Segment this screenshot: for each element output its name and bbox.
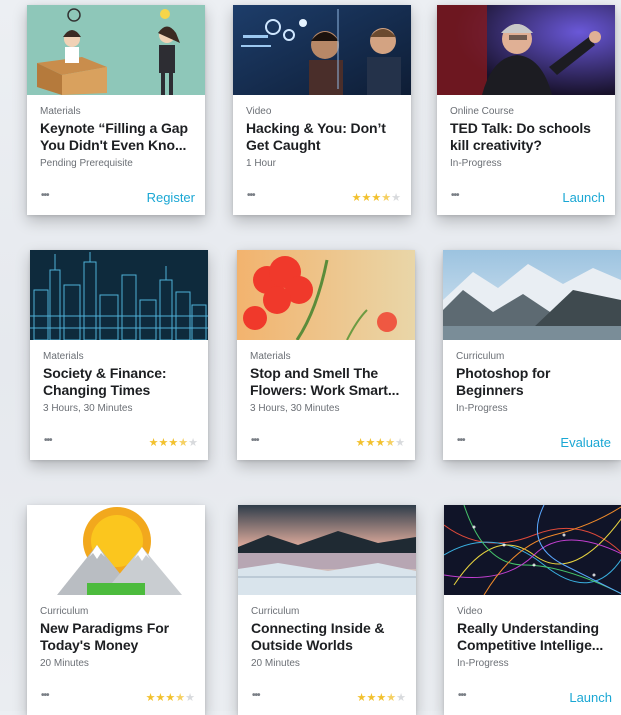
card-title[interactable]: TED Talk: Do schools kill creativity? xyxy=(450,120,605,154)
course-card[interactable]: Curriculum New Paradigms For Today's Mon… xyxy=(27,505,205,715)
rating-stars: ★★★★★ xyxy=(356,436,405,449)
card-title[interactable]: Society & Finance: Changing Times xyxy=(43,365,198,399)
course-card[interactable]: Online Course TED Talk: Do schools kill … xyxy=(437,5,615,215)
card-meta: 20 Minutes xyxy=(40,658,89,669)
rating-stars: ★★★★★ xyxy=(149,436,198,449)
course-card[interactable]: Materials Keynote “Filling a Gap You Did… xyxy=(27,5,205,215)
star-half-icon: ★ xyxy=(178,437,189,449)
star-empty-icon: ★ xyxy=(188,437,198,449)
card-title[interactable]: Stop and Smell The Flowers: Work Smart..… xyxy=(250,365,405,399)
star-icon: ★ xyxy=(376,692,387,704)
card-meta: In-Progress xyxy=(457,658,509,669)
star-icon: ★ xyxy=(148,437,159,449)
card-thumbnail xyxy=(27,505,205,595)
rating-stars: ★★★★★ xyxy=(357,691,406,704)
star-empty-icon: ★ xyxy=(395,437,405,449)
star-half-icon: ★ xyxy=(381,192,392,204)
star-half-icon: ★ xyxy=(386,692,397,704)
card-thumbnail xyxy=(233,5,411,95)
card-thumbnail xyxy=(237,250,415,340)
card-type: Video xyxy=(457,606,483,617)
card-type: Video xyxy=(246,106,272,117)
star-icon: ★ xyxy=(355,437,366,449)
rating-stars: ★★★★★ xyxy=(146,691,195,704)
star-icon: ★ xyxy=(366,692,377,704)
more-options-icon[interactable]: ••• xyxy=(457,435,465,446)
star-empty-icon: ★ xyxy=(185,692,195,704)
star-icon: ★ xyxy=(361,192,372,204)
card-thumbnail xyxy=(437,5,615,95)
star-icon: ★ xyxy=(168,437,179,449)
card-title[interactable]: Connecting Inside & Outside Worlds xyxy=(251,620,406,654)
more-options-icon[interactable]: ••• xyxy=(41,690,49,701)
card-meta: 1 Hour xyxy=(246,158,277,169)
star-half-icon: ★ xyxy=(385,437,396,449)
card-thumbnail xyxy=(444,505,621,595)
card-title[interactable]: Really Understanding Competitive Intelli… xyxy=(457,620,612,654)
star-empty-icon: ★ xyxy=(396,692,406,704)
card-meta: In-Progress xyxy=(450,158,502,169)
card-type: Materials xyxy=(250,351,291,362)
star-icon: ★ xyxy=(356,692,367,704)
launch-button[interactable]: Launch xyxy=(569,690,612,705)
star-icon: ★ xyxy=(375,437,386,449)
course-card[interactable]: Video Really Understanding Competitive I… xyxy=(444,505,621,715)
card-meta: In-Progress xyxy=(456,403,508,414)
card-type: Curriculum xyxy=(40,606,89,617)
card-type: Curriculum xyxy=(251,606,300,617)
more-options-icon[interactable]: ••• xyxy=(251,435,259,446)
more-options-icon[interactable]: ••• xyxy=(247,190,255,201)
star-icon: ★ xyxy=(158,437,169,449)
card-thumbnail xyxy=(443,250,621,340)
register-button[interactable]: Register xyxy=(147,190,195,205)
more-options-icon[interactable]: ••• xyxy=(41,190,49,201)
course-card[interactable]: Materials Society & Finance: Changing Ti… xyxy=(30,250,208,460)
more-options-icon[interactable]: ••• xyxy=(44,435,52,446)
card-type: Materials xyxy=(40,106,81,117)
star-half-icon: ★ xyxy=(175,692,186,704)
card-type: Materials xyxy=(43,351,84,362)
card-meta: Pending Prerequisite xyxy=(40,158,133,169)
card-thumbnail xyxy=(27,5,205,95)
star-icon: ★ xyxy=(155,692,166,704)
rating-stars: ★★★★★ xyxy=(352,191,401,204)
star-icon: ★ xyxy=(365,437,376,449)
card-type: Curriculum xyxy=(456,351,505,362)
card-meta: 3 Hours, 30 Minutes xyxy=(43,403,133,414)
card-title[interactable]: Hacking & You: Don’t Get Caught xyxy=(246,120,401,154)
launch-button[interactable]: Launch xyxy=(562,190,605,205)
star-icon: ★ xyxy=(165,692,176,704)
card-meta: 20 Minutes xyxy=(251,658,300,669)
course-card[interactable]: Video Hacking & You: Don’t Get Caught 1 … xyxy=(233,5,411,215)
star-icon: ★ xyxy=(351,192,362,204)
star-empty-icon: ★ xyxy=(391,192,401,204)
course-card[interactable]: Curriculum Connecting Inside & Outside W… xyxy=(238,505,416,715)
star-icon: ★ xyxy=(145,692,156,704)
more-options-icon[interactable]: ••• xyxy=(458,690,466,701)
evaluate-button[interactable]: Evaluate xyxy=(560,435,611,450)
star-icon: ★ xyxy=(371,192,382,204)
card-meta: 3 Hours, 30 Minutes xyxy=(250,403,340,414)
card-thumbnail xyxy=(30,250,208,340)
more-options-icon[interactable]: ••• xyxy=(451,190,459,201)
card-title[interactable]: Photoshop for Beginners xyxy=(456,365,611,399)
card-type: Online Course xyxy=(450,106,514,117)
course-card[interactable]: Materials Stop and Smell The Flowers: Wo… xyxy=(237,250,415,460)
card-title[interactable]: Keynote “Filling a Gap You Didn't Even K… xyxy=(40,120,195,154)
card-title[interactable]: New Paradigms For Today's Money xyxy=(40,620,195,654)
more-options-icon[interactable]: ••• xyxy=(252,690,260,701)
card-thumbnail xyxy=(238,505,416,595)
course-card[interactable]: Curriculum Photoshop for Beginners In-Pr… xyxy=(443,250,621,460)
